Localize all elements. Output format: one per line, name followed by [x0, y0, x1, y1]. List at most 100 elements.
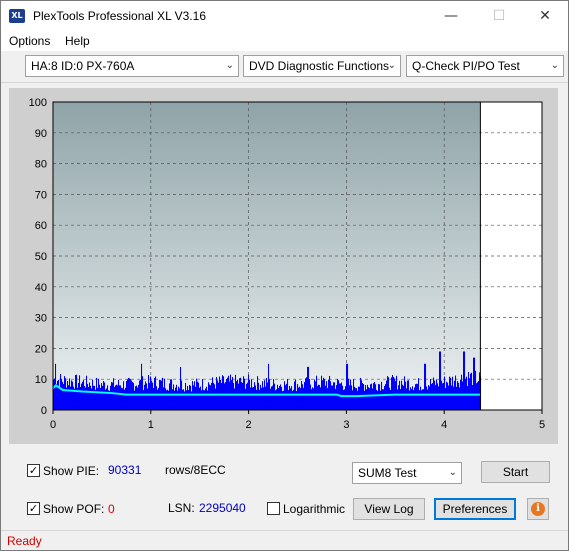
view-log-button[interactable]: View Log [353, 498, 425, 520]
menu-options[interactable]: Options [9, 34, 50, 48]
pie-bar [98, 378, 100, 410]
pie-bar [414, 387, 416, 410]
pie-bar [471, 372, 473, 410]
pie-bar [396, 375, 398, 410]
plot-background [53, 102, 481, 410]
pie-bar [466, 376, 468, 410]
menu-help[interactable]: Help [65, 34, 90, 48]
pie-bar [325, 385, 327, 410]
pie-bar [268, 363, 270, 410]
pie-bar [142, 376, 144, 410]
pie-bar [351, 385, 353, 410]
pie-bar [107, 385, 109, 410]
pie-bar [86, 375, 88, 410]
pie-bar [280, 384, 282, 410]
pie-bar [224, 383, 226, 410]
pie-bar [297, 384, 299, 410]
pie-bar [234, 388, 236, 410]
pie-bar [316, 375, 318, 410]
pie-bar [477, 382, 479, 410]
x-tick-label: 1 [148, 419, 154, 431]
pie-bar [274, 383, 276, 410]
pie-bar [167, 389, 169, 410]
app-logo-icon: XL [9, 9, 25, 23]
pie-bar [336, 385, 338, 410]
pie-bar [90, 385, 92, 410]
pie-bar [165, 388, 167, 410]
pie-bar [313, 388, 315, 410]
pie-bar [370, 384, 372, 410]
pie-bar [291, 386, 293, 410]
y-tick-label: 50 [35, 251, 47, 263]
pie-bar [424, 363, 426, 410]
show-pie-checkbox[interactable]: ✓ [27, 464, 40, 477]
pie-bar [352, 390, 354, 410]
pie-bar [448, 385, 450, 410]
pie-bar [432, 383, 434, 410]
show-pof-label: Show POF: [43, 502, 105, 516]
test-select[interactable]: Q-Check PI/PO Test ⌄ [406, 55, 564, 77]
close-button[interactable]: ✕ [522, 1, 568, 31]
pie-bar [382, 389, 384, 410]
title-bar[interactable]: XL PlexTools Professional XL V3.16 — ☐ ✕ [1, 1, 568, 31]
pie-bar [114, 387, 116, 410]
maximize-button[interactable]: ☐ [476, 1, 522, 31]
x-tick-label: 0 [50, 419, 56, 431]
pie-bar [398, 385, 400, 410]
pie-bar [449, 376, 451, 410]
pie-bar [405, 381, 407, 410]
pie-bar [198, 382, 200, 410]
pie-bar [245, 388, 247, 410]
pie-bar [335, 388, 337, 410]
pie-bar [378, 384, 380, 410]
pie-bar [391, 377, 393, 410]
function-select-value: DVD Diagnostic Functions [249, 59, 390, 73]
show-pof-checkbox[interactable]: ✓ [27, 502, 40, 515]
pie-bar [289, 385, 291, 410]
pie-bar [329, 375, 331, 410]
pie-bar [411, 389, 413, 410]
pie-bar [308, 366, 310, 410]
pie-bar [375, 384, 377, 410]
pie-bar [247, 382, 249, 410]
pie-bar [321, 375, 323, 410]
pie-bar [100, 388, 102, 410]
pie-bar [365, 385, 367, 410]
pie-bar [89, 382, 91, 410]
pie-bar [459, 387, 461, 410]
sum8-select[interactable]: SUM8 Test ⌄ [352, 462, 462, 484]
pie-bar [103, 381, 105, 410]
pie-bar [272, 385, 274, 410]
pie-bar [307, 366, 309, 410]
pie-bar [206, 386, 208, 410]
info-button[interactable]: i [527, 498, 549, 520]
pie-bar [183, 389, 185, 410]
preferences-button[interactable]: Preferences [434, 498, 516, 520]
pie-bar [236, 381, 238, 410]
pie-bar [468, 371, 470, 410]
pie-bar [152, 382, 154, 410]
pie-bar [288, 390, 290, 410]
pie-bar [228, 375, 230, 410]
logarithmic-checkbox[interactable] [267, 502, 280, 515]
status-text: Ready [7, 534, 42, 548]
start-button[interactable]: Start [481, 461, 550, 483]
pie-bar [174, 390, 176, 410]
pie-bar [169, 383, 171, 410]
pie-bar [134, 390, 136, 410]
app-window: XL PlexTools Professional XL V3.16 — ☐ ✕… [0, 0, 569, 551]
pie-bar [343, 390, 345, 410]
drive-select[interactable]: HA:8 ID:0 PX-760A ⌄ [25, 55, 239, 77]
pie-bar [213, 382, 215, 410]
pie-bar [172, 389, 174, 410]
minimize-button[interactable]: — [428, 1, 474, 31]
pie-bar [354, 386, 356, 410]
pie-bar [112, 382, 114, 410]
function-select[interactable]: DVD Diagnostic Functions ⌄ [243, 55, 401, 77]
pie-bar [118, 379, 120, 410]
pie-bar [93, 385, 95, 410]
pie-bar [270, 388, 272, 410]
rows-8ecc-label: rows/8ECC [165, 463, 226, 477]
pie-bar [368, 387, 370, 410]
pie-bar [68, 385, 70, 410]
